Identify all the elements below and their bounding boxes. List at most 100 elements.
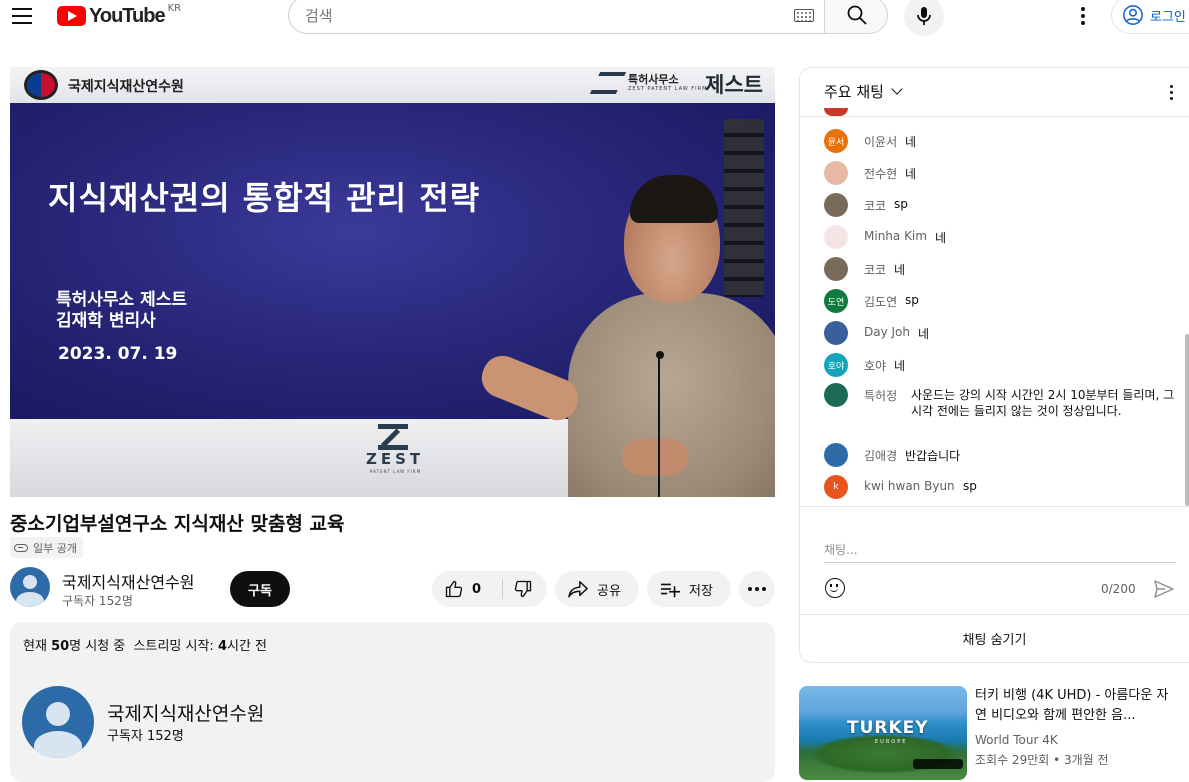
chat-avatar[interactable]: 윤서 <box>824 129 848 153</box>
send-icon[interactable] <box>1154 580 1174 598</box>
recommendation-meta: 조회수 29만회 • 3개월 전 <box>975 753 1109 767</box>
chat-message-text: sp <box>894 197 908 211</box>
like-button[interactable]: 0 <box>432 571 502 607</box>
description-channel-name[interactable]: 국제지식재산연수원 <box>107 699 264 726</box>
chat-message[interactable]: 코코 네 <box>824 257 1174 281</box>
chat-avatar[interactable]: 호야 <box>824 353 848 377</box>
stream-hours: 4 <box>217 639 227 654</box>
chat-avatar[interactable] <box>824 225 848 249</box>
hamburger-menu-icon[interactable] <box>8 2 36 30</box>
country-code: KR <box>167 2 182 14</box>
voice-search-button[interactable] <box>904 0 944 36</box>
zest-logo-icon <box>378 424 408 450</box>
chat-avatar[interactable]: 도연 <box>824 289 848 313</box>
chat-message[interactable]: Day Joh 네 <box>824 321 1174 345</box>
chat-scrollbar[interactable] <box>1185 334 1189 506</box>
search-icon <box>847 5 867 25</box>
live-stats: 현재 50명 시청 중 스트리밍 시작: 4시간 전 <box>23 635 267 654</box>
emoji-smile-icon[interactable] <box>825 578 845 598</box>
masthead: YouTube KR 로그인 <box>0 0 1189 56</box>
chat-message[interactable]: 특허정 사운드는 강의 시작 시간인 2시 10분부터 들리며, 그 시각 전에는… <box>824 383 1174 435</box>
chat-message[interactable]: 도연 김도연 sp <box>824 289 1174 313</box>
chat-author[interactable]: Day Joh <box>864 325 910 339</box>
chat-author[interactable]: 전수현 <box>864 165 897 182</box>
dislike-button[interactable] <box>503 571 547 607</box>
playlist-add-icon <box>660 583 680 598</box>
more-actions-icon[interactable] <box>739 571 775 607</box>
viewers-count: 50 <box>51 639 70 654</box>
chat-message-text: 네 <box>894 359 906 373</box>
viewers-suffix: 명 시청 중 <box>69 639 126 654</box>
slide-firm-en: ZEST PATENT LAW FIRM <box>628 86 708 92</box>
chat-author[interactable]: kwi hwan Byun <box>864 479 955 493</box>
chat-message[interactable]: 호야 호야 네 <box>824 353 1174 377</box>
search-input[interactable] <box>305 3 775 29</box>
slide-presenter-name: 김재학 변리사 <box>56 311 156 331</box>
chat-message[interactable]: k kwi hwan Byun sp <box>824 475 1174 499</box>
chat-author[interactable]: 김애경 <box>864 447 897 464</box>
chat-message[interactable]: Minha Kim 네 <box>824 225 1174 249</box>
chat-input-underline <box>824 562 1176 563</box>
chat-avatar[interactable] <box>824 161 848 185</box>
like-dislike-group: 0 <box>432 571 547 607</box>
recommendation-channel[interactable]: World Tour 4K <box>975 733 1058 747</box>
chat-avatar[interactable] <box>824 321 848 345</box>
video-title: 중소기업부설연구소 지식재산 맞춤형 교육 <box>10 513 345 535</box>
login-button[interactable]: 로그인 <box>1111 0 1189 34</box>
thumbnail-title: TURKEY <box>847 718 929 738</box>
chat-author[interactable]: 코코 <box>864 261 886 278</box>
channel-avatar[interactable] <box>10 567 50 607</box>
chat-message-text: 네 <box>894 263 906 277</box>
chat-avatar[interactable] <box>824 257 848 281</box>
chat-input[interactable] <box>824 538 1176 562</box>
chat-message[interactable]: 전수현 네 <box>824 161 1174 185</box>
slide-pen-toolbar <box>724 119 764 297</box>
slide-org-name: 국제지식재산연수원 <box>68 79 184 95</box>
chat-message[interactable]: 김애경 반갑습니다 <box>824 443 1174 467</box>
description-channel-avatar[interactable] <box>22 686 94 758</box>
chat-author[interactable]: 특허정 <box>864 387 897 404</box>
lapel-mic-wire <box>658 357 660 497</box>
login-label: 로그인 <box>1150 9 1186 25</box>
chat-mode-dropdown[interactable]: 주요 채팅 <box>824 81 903 102</box>
chat-author[interactable]: 이윤서 <box>864 133 897 150</box>
duration-badge <box>913 759 963 769</box>
chat-avatar[interactable] <box>824 443 848 467</box>
chat-message[interactable]: 윤서 이윤서 네 <box>824 129 1174 153</box>
youtube-play-icon <box>57 6 86 26</box>
video-player[interactable]: 국제지식재산연수원 특허사무소 ZEST PATENT LAW FIRM 제스트… <box>10 67 775 497</box>
chat-author[interactable]: Minha Kim <box>864 229 927 243</box>
privacy-badge: 일부 공개 <box>10 537 83 558</box>
chat-message-text: 네 <box>905 167 917 181</box>
chat-message-text: sp <box>905 293 919 307</box>
recommendation-title[interactable]: 터키 비행 (4K UHD) - 아름다운 자연 비디오와 함께 편안한 음..… <box>975 686 1180 726</box>
chevron-down-icon <box>891 83 903 95</box>
subscribe-button[interactable]: 구독 <box>230 571 290 607</box>
slide-firm-big: 제스트 <box>705 73 763 97</box>
chat-message[interactable]: 코코 sp <box>824 193 1174 217</box>
chat-avatar[interactable]: k <box>824 475 848 499</box>
chat-more-icon[interactable] <box>1162 82 1182 102</box>
save-button[interactable]: 저장 <box>647 571 731 607</box>
search-button[interactable] <box>824 0 888 34</box>
chat-author[interactable]: 호야 <box>864 357 886 374</box>
like-count: 0 <box>472 581 482 597</box>
save-label: 저장 <box>689 583 713 599</box>
subscriber-count: 구독자 152명 <box>62 594 133 608</box>
youtube-logo[interactable]: YouTube KR <box>57 2 182 28</box>
settings-more-icon[interactable] <box>1071 4 1095 28</box>
chat-message-text: 네 <box>935 231 947 245</box>
chat-avatar[interactable] <box>824 193 848 217</box>
hide-chat-button[interactable]: 채팅 숨기기 <box>800 618 1189 658</box>
chat-header-label: 주요 채팅 <box>824 83 884 101</box>
chat-avatar[interactable] <box>824 383 848 407</box>
channel-name[interactable]: 국제지식재산연수원 <box>62 569 194 593</box>
keyboard-icon[interactable] <box>794 9 814 22</box>
viewers-prefix: 현재 <box>23 639 52 654</box>
chat-author[interactable]: 코코 <box>864 197 886 214</box>
chat-author[interactable]: 김도연 <box>864 293 897 310</box>
slide-footer-logo: ZEST <box>366 450 425 468</box>
share-button[interactable]: 공유 <box>555 571 639 607</box>
stream-prefix: 스트리밍 시작: <box>133 639 218 654</box>
link-icon <box>14 543 28 552</box>
